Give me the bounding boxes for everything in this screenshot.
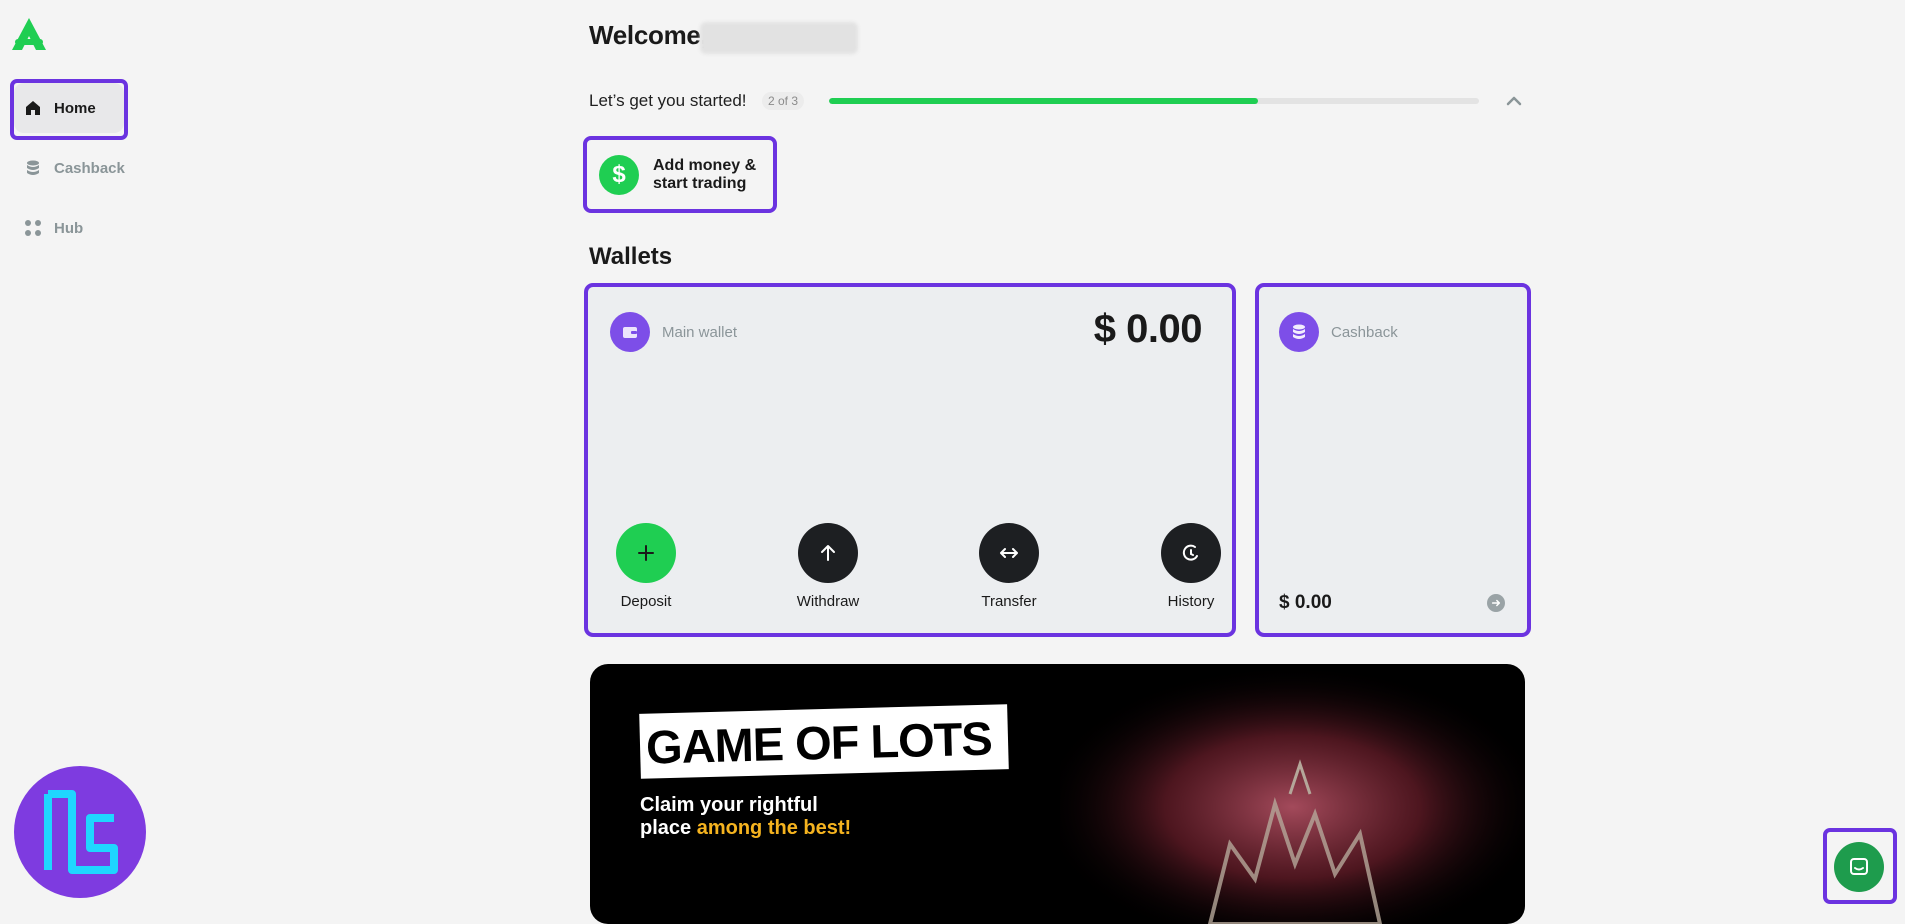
history-label: History [1167,593,1215,610]
history-button[interactable]: History [1141,523,1241,610]
grid-dots-icon [25,220,41,236]
add-money-line2: start trading [653,174,747,192]
sidebar-item-cashback[interactable]: Cashback [14,143,125,193]
cashback-card[interactable]: Cashback $ 0.00 [1255,283,1531,637]
deposit-button[interactable]: Deposit [596,523,696,610]
coins-icon [27,160,39,175]
dollar-icon: $ [599,154,639,195]
sidebar-item-label: Cashback [54,159,125,177]
chevron-up-icon[interactable] [1504,91,1524,111]
watermark-logo [14,766,146,898]
withdraw-button[interactable]: Withdraw [778,523,878,610]
add-money-button[interactable]: $ Add money & start trading [583,136,777,213]
main-wallet-label: Main wallet [662,324,738,341]
chat-icon[interactable] [1834,842,1884,892]
banner-sub-highlight: among the best! [696,817,852,839]
arrow-up-icon [798,523,858,583]
onboarding-step-badge: 2 of 3 [762,92,805,110]
transfer-button[interactable]: Transfer [959,523,1059,610]
plus-icon [616,523,676,583]
wallet-icon [610,312,650,352]
banner-sub-line1: Claim your rightful [640,794,818,816]
sidebar-item-label: Hub [54,219,84,237]
banner-sub-line2: place [640,817,697,839]
clock-icon [1161,523,1221,583]
banner-subtitle: Claim your rightful place among the best… [640,794,851,840]
home-icon [26,101,40,115]
arrow-right-circle-icon[interactable] [1487,594,1505,612]
arrows-horizontal-icon [979,523,1039,583]
banner-title: GAME OF LOTS [639,704,1009,779]
transfer-label: Transfer [981,593,1037,610]
onboarding-progress-bar [829,98,1479,104]
onboarding-progress-fill [829,98,1258,104]
sidebar-item-home[interactable]: Home [14,83,124,133]
sidebar-item-hub[interactable]: Hub [14,203,124,253]
onboarding-label: Let’s get you started! [589,91,747,110]
app-logo[interactable] [8,16,50,54]
deposit-label: Deposit [620,593,672,610]
cashback-balance: $ 0.00 [1279,592,1332,613]
main-wallet-card[interactable]: Main wallet $ 0.00 Deposit Withdraw Tran… [584,283,1236,637]
wallets-heading: Wallets [589,243,673,270]
promo-banner[interactable]: GAME OF LOTS Claim your rightful place a… [590,664,1525,924]
coins-icon [1279,312,1319,352]
crown-flame-illustration [1060,664,1525,924]
main-wallet-balance: $ 0.00 [1093,307,1203,351]
add-money-line1: Add money & [653,156,757,174]
withdraw-label: Withdraw [796,593,860,610]
welcome-heading: Welcome, [589,20,708,50]
redacted-username [700,22,858,54]
sidebar-item-label: Home [54,99,96,117]
cashback-label: Cashback [1331,324,1398,341]
